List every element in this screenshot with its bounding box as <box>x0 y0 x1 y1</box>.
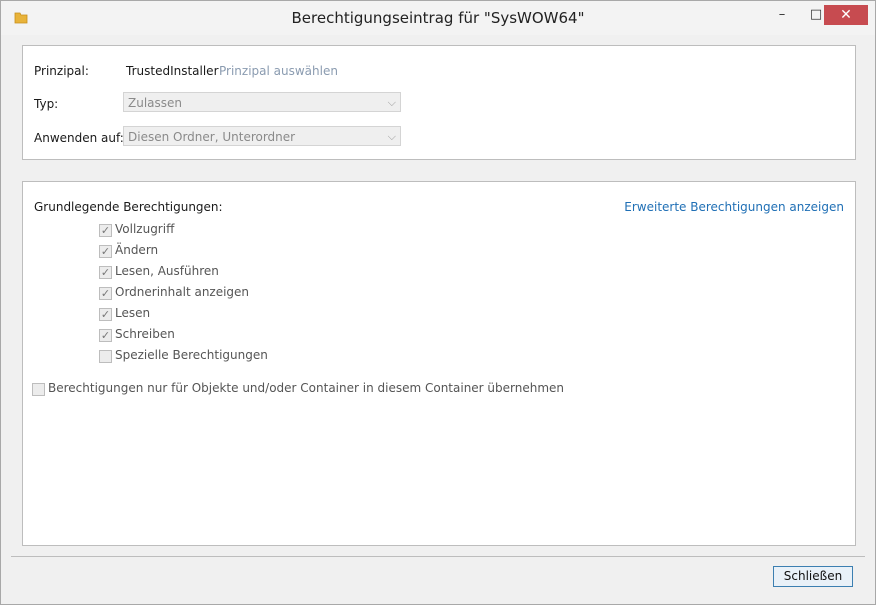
checkbox-checked-icon[interactable]: ✓ <box>99 224 112 237</box>
permission-label: Schreiben <box>115 327 175 341</box>
permission-label: Spezielle Berechtigungen <box>115 348 268 362</box>
title-bar[interactable]: Berechtigungseintrag für "SysWOW64" – □ … <box>1 1 875 35</box>
checkbox-checked-icon[interactable]: ✓ <box>99 308 112 321</box>
chevron-down-icon: ⌵ <box>387 96 396 109</box>
principal-label: Prinzipal: <box>34 64 89 78</box>
permission-label: Lesen, Ausführen <box>115 264 219 278</box>
checkbox-checked-icon[interactable]: ✓ <box>99 287 112 300</box>
checkbox-checked-icon[interactable]: ✓ <box>99 245 112 258</box>
inherit-only-label: Berechtigungen nur für Objekte und/oder … <box>48 381 565 395</box>
apply-to-label: Anwenden auf: <box>34 131 124 145</box>
permission-label: Lesen <box>115 306 151 320</box>
checkbox-unchecked-icon[interactable] <box>32 383 45 396</box>
checkbox-checked-icon[interactable]: ✓ <box>99 329 112 342</box>
minimize-button[interactable]: – <box>765 5 799 27</box>
checkbox-unchecked-icon[interactable] <box>99 350 112 363</box>
type-select[interactable]: Zulassen ⌵ <box>123 92 401 112</box>
type-select-value: Zulassen <box>128 96 183 110</box>
apply-to-select-value: Diesen Ordner, Unterordner <box>128 130 296 144</box>
permissions-panel: Grundlegende Berechtigungen: Erweiterte … <box>22 181 856 546</box>
advanced-permissions-link[interactable]: Erweiterte Berechtigungen anzeigen <box>624 200 844 214</box>
principal-value: TrustedInstaller <box>126 64 219 78</box>
apply-to-select[interactable]: Diesen Ordner, Unterordner ⌵ <box>123 126 401 146</box>
basic-permissions-heading: Grundlegende Berechtigungen: <box>34 200 223 214</box>
permission-entry-dialog: Berechtigungseintrag für "SysWOW64" – □ … <box>0 0 876 605</box>
checkbox-checked-icon[interactable]: ✓ <box>99 266 112 279</box>
permission-label: Ordnerinhalt anzeigen <box>115 285 250 299</box>
close-window-button[interactable]: ✕ <box>824 5 868 25</box>
window-title: Berechtigungseintrag für "SysWOW64" <box>291 9 585 27</box>
type-label: Typ: <box>34 97 59 111</box>
permission-label: Vollzugriff <box>115 222 175 236</box>
close-button[interactable]: Schließen <box>773 566 853 587</box>
permission-label: Ändern <box>115 243 159 257</box>
select-principal-link[interactable]: Prinzipal auswählen <box>219 64 338 78</box>
chevron-down-icon: ⌵ <box>387 130 396 143</box>
footer-divider <box>11 556 865 557</box>
principal-panel: Prinzipal: TrustedInstaller Prinzipal au… <box>22 45 856 160</box>
